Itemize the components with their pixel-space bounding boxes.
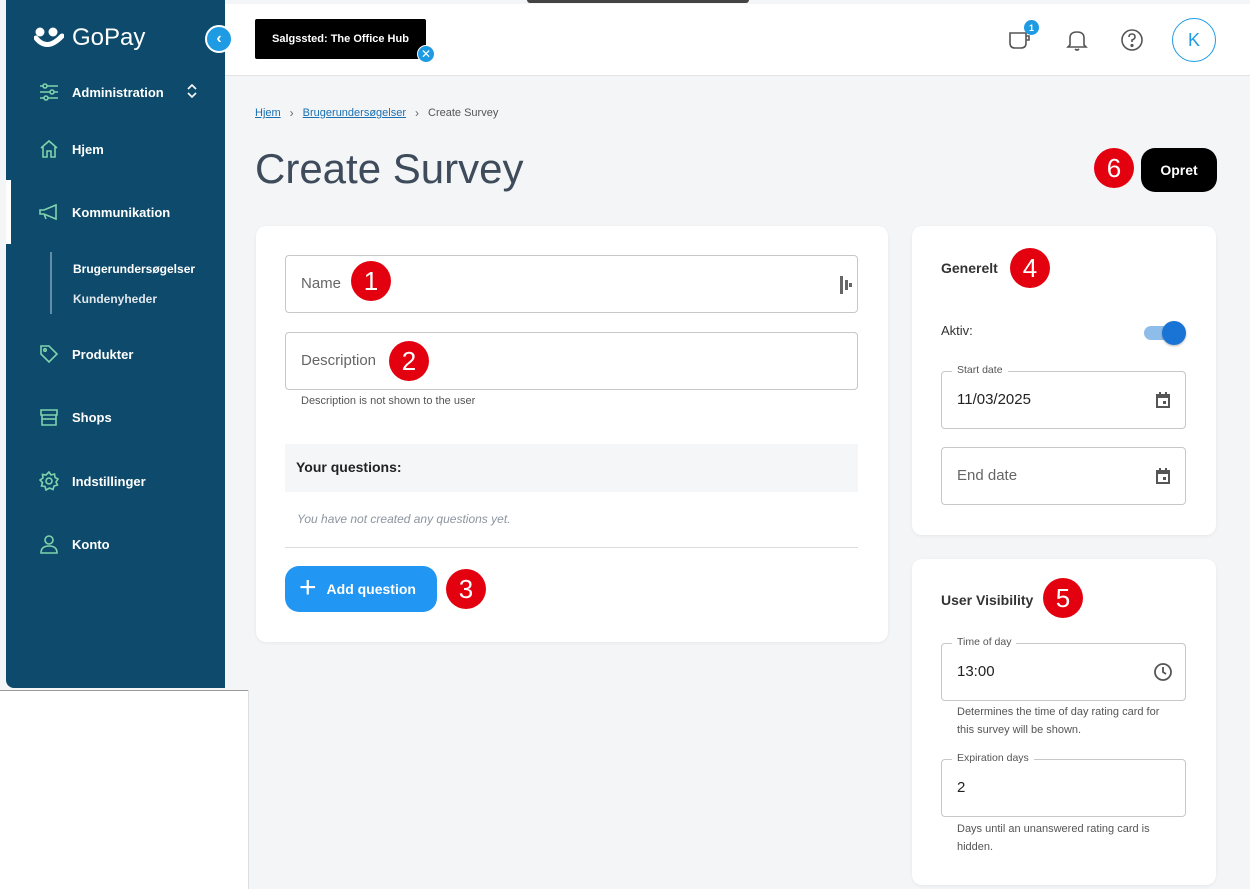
- close-icon[interactable]: ✕: [417, 45, 435, 63]
- sidebar: GoPay Administration Hjem Kommunikation …: [6, 0, 225, 688]
- sidebar-item-label: Produkter: [72, 346, 134, 362]
- sidebar-item-label: Administration: [72, 84, 164, 100]
- active-label: Aktiv:: [941, 323, 973, 338]
- divider: [285, 547, 858, 548]
- marker-1: 1: [351, 261, 391, 301]
- coffee-cup-button[interactable]: 1: [1006, 20, 1039, 54]
- user-visibility-title: User Visibility: [941, 592, 1034, 608]
- gopay-logo-icon: [34, 27, 64, 47]
- tag-icon: [38, 343, 60, 365]
- chevron-right-icon: ›: [415, 106, 420, 120]
- bell-button[interactable]: [1063, 26, 1091, 54]
- notification-badge: 1: [1024, 20, 1039, 35]
- description-field[interactable]: Description: [285, 332, 858, 390]
- time-of-day-hint: Determines the time of day rating card f…: [957, 706, 1160, 736]
- sidebar-item-label: Shops: [72, 409, 112, 425]
- time-of-day-field[interactable]: Time of day 13:00: [941, 636, 1186, 701]
- divider: [248, 690, 249, 889]
- user-icon: [38, 533, 60, 555]
- questions-empty-text: You have not created any questions yet.: [297, 512, 511, 526]
- expiration-days-field[interactable]: Expiration days 2: [941, 752, 1186, 817]
- calendar-icon[interactable]: [1153, 466, 1173, 486]
- sidebar-item-hjem[interactable]: Hjem: [38, 138, 104, 160]
- sidebar-subitem-brugerundersogelser[interactable]: Brugerundersøgelser: [73, 262, 195, 276]
- marker-6: 6: [1094, 148, 1134, 188]
- chevron-right-icon: ›: [289, 106, 294, 120]
- sidebar-item-shops[interactable]: Shops: [38, 406, 112, 428]
- name-placeholder: Name: [301, 275, 342, 292]
- breadcrumb-current: Create Survey: [428, 107, 499, 119]
- add-question-label: Add question: [326, 581, 416, 597]
- bell-icon: [1066, 31, 1088, 51]
- window-strip: [527, 0, 749, 3]
- sidebar-item-label: Indstillinger: [72, 473, 146, 489]
- sidebar-item-label: Kommunikation: [72, 204, 171, 220]
- sales-point-chip[interactable]: Salgssted: The Office Hub: [255, 19, 426, 59]
- end-date-field[interactable]: End date: [941, 447, 1186, 505]
- start-date-label: Start date: [952, 364, 1008, 376]
- home-icon: [38, 138, 60, 160]
- description-hint: Description is not shown to the user: [301, 395, 476, 407]
- description-placeholder: Description: [301, 352, 377, 369]
- general-title: Generelt: [941, 260, 998, 276]
- time-of-day-value: 13:00: [957, 663, 995, 680]
- start-date-value: 11/03/2025: [957, 391, 1031, 408]
- breadcrumb-home-link[interactable]: Hjem: [255, 107, 281, 119]
- breadcrumb-section-link[interactable]: Brugerundersøgelser: [303, 107, 406, 119]
- sliders-icon: [38, 81, 60, 103]
- sidebar-item-administration[interactable]: Administration: [38, 81, 198, 103]
- breadcrumb: Hjem › Brugerundersøgelser › Create Surv…: [255, 106, 498, 120]
- sidebar-item-konto[interactable]: Konto: [38, 533, 110, 555]
- marker-5: 5: [1043, 578, 1083, 618]
- brand-name: GoPay: [72, 24, 146, 51]
- password-manager-icon[interactable]: [840, 276, 852, 299]
- create-button[interactable]: Opret: [1141, 148, 1217, 192]
- sidebar-item-label: Konto: [72, 536, 110, 552]
- shop-icon: [38, 406, 60, 428]
- time-of-day-label: Time of day: [952, 636, 1017, 648]
- blank-area: [0, 691, 248, 889]
- collapse-sidebar-button[interactable]: ‹: [205, 25, 233, 53]
- avatar[interactable]: K: [1172, 18, 1216, 62]
- submenu-line: [50, 252, 52, 314]
- gopay-logo[interactable]: GoPay: [34, 24, 145, 52]
- active-indicator: [6, 180, 11, 244]
- sidebar-item-indstillinger[interactable]: Indstillinger: [38, 470, 146, 492]
- topbar: Salgssted: The Office Hub ✕ 1 K: [225, 4, 1250, 76]
- end-date-placeholder: End date: [957, 467, 1018, 484]
- user-visibility-card: User Visibility 5 Time of day 13:00 Dete…: [912, 559, 1216, 885]
- toggle-knob: [1162, 321, 1186, 345]
- sidebar-item-label: Hjem: [72, 141, 104, 157]
- help-button[interactable]: [1118, 26, 1146, 54]
- plus-icon: +: [299, 570, 317, 604]
- marker-4: 4: [1010, 248, 1050, 288]
- active-toggle[interactable]: [1144, 320, 1186, 346]
- chevron-left-icon: ‹: [216, 30, 222, 47]
- start-date-field[interactable]: Start date 11/03/2025: [941, 364, 1186, 429]
- calendar-icon[interactable]: [1153, 390, 1173, 410]
- expiration-days-label: Expiration days: [952, 752, 1034, 764]
- general-card: Generelt 4 Aktiv: Start date 11/03/2025 …: [912, 226, 1216, 535]
- add-question-button[interactable]: + Add question: [285, 566, 437, 612]
- questions-heading: Your questions:: [285, 444, 858, 492]
- sidebar-subitem-kundenyheder[interactable]: Kundenyheder: [73, 292, 157, 306]
- expiration-days-value: 2: [957, 779, 966, 796]
- marker-2: 2: [389, 341, 429, 381]
- sidebar-item-kommunikation[interactable]: Kommunikation: [38, 201, 170, 223]
- clock-icon[interactable]: [1153, 662, 1173, 682]
- help-icon: [1121, 29, 1143, 51]
- survey-form-card: Name 1 Description 2 Description is not …: [256, 226, 888, 642]
- sidebar-item-produkter[interactable]: Produkter: [38, 343, 133, 365]
- page-title: Create Survey: [255, 145, 524, 192]
- expiration-days-hint: Days until an unanswered rating card is …: [957, 823, 1150, 853]
- chevron-up-down-icon: [186, 83, 198, 102]
- marker-3: 3: [446, 569, 486, 609]
- megaphone-icon: [38, 201, 60, 223]
- gear-icon: [38, 470, 60, 492]
